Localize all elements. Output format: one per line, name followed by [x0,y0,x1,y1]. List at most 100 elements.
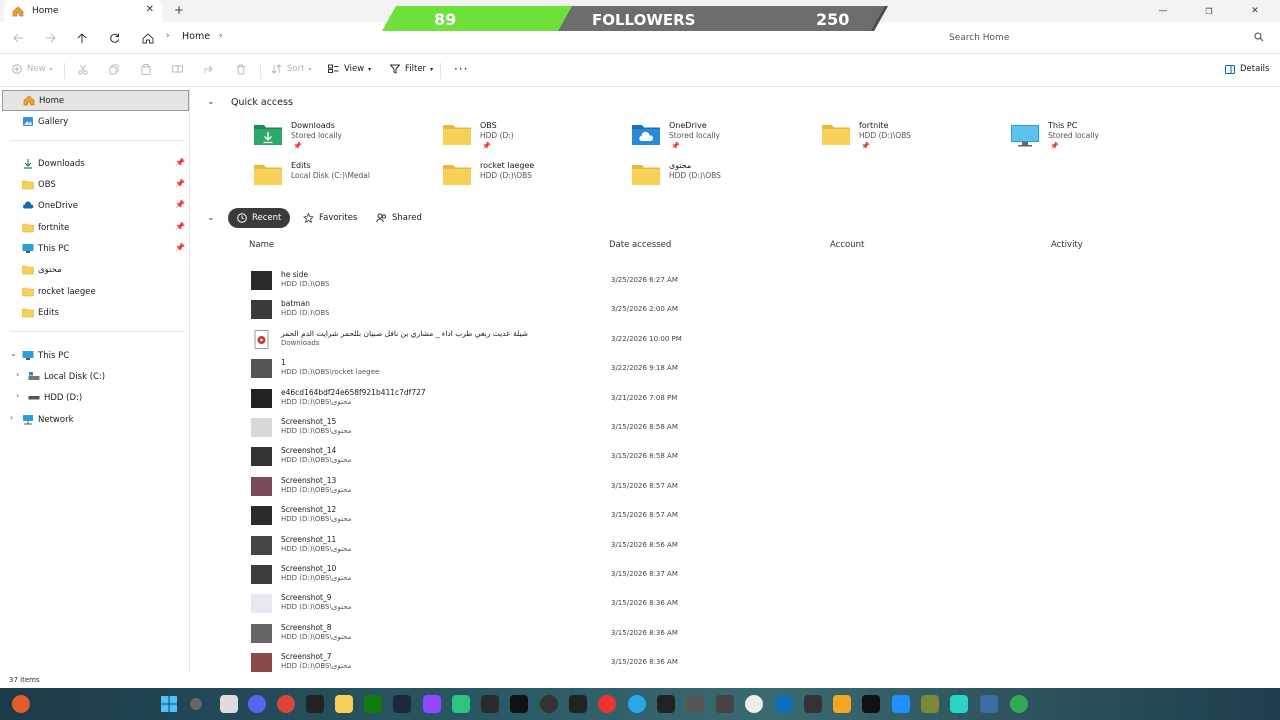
table-row[interactable]: Screenshot_10 HDD (D:)\OBS\محتوى 3/15/2026… [247,560,1247,589]
filter-button[interactable]: Filter ▾ [390,64,433,74]
chevron-down-icon[interactable]: ⌄ [207,97,215,107]
chevron-right-icon[interactable]: › [16,391,19,400]
game-app-icon[interactable] [306,695,324,713]
sidebar-item-edits[interactable]: Edits [2,302,189,323]
app-icon[interactable] [686,695,704,713]
file-explorer-icon[interactable] [335,695,353,713]
sidebar-item-hdd-d[interactable]: › HDD (D:) [2,387,189,408]
sidebar-item-onedrive[interactable]: OneDrive 📌 [2,195,189,216]
quick-access-item[interactable]: Downloads Stored locally 📌 [253,121,433,155]
sidebar-item-this-pc-tree[interactable]: ⌄ This PC [2,345,189,366]
quick-access-item[interactable]: rocket laegee HDD (D:)\OBS [442,161,622,195]
capcut-icon[interactable] [657,695,675,713]
start-icon[interactable] [160,695,178,713]
weather-widget-icon[interactable] [12,695,30,713]
app-icon[interactable] [833,695,851,713]
sidebar-item-obs[interactable]: OBS 📌 [2,174,189,195]
table-row[interactable]: Screenshot_12 HDD (D:)\OBS\محتوى 3/15/2026… [247,501,1247,530]
search-input[interactable]: Search Home [940,27,1272,49]
sidebar-item-fortnite[interactable]: fortnite 📌 [2,217,189,238]
app-icon[interactable] [950,695,968,713]
sort-button[interactable]: Sort ▾ [271,64,311,74]
paste-button[interactable] [141,64,156,75]
app-icon[interactable] [980,695,998,713]
details-button[interactable]: Details [1225,64,1269,74]
close-window-button[interactable]: ✕ [1232,0,1278,22]
tiktok-icon[interactable] [510,695,528,713]
up-button[interactable] [74,30,90,46]
sidebar-item-downloads[interactable]: Downloads 📌 [2,153,189,174]
pin-icon[interactable]: 📌 [175,222,185,231]
table-row[interactable]: e46cd164bdf24e658f921b411c7df727 HDD (D:)… [247,384,1247,413]
app-icon[interactable] [892,695,910,713]
app-icon[interactable] [716,695,734,713]
app-icon[interactable] [569,695,587,713]
chevron-down-icon[interactable]: ⌄ [10,349,17,358]
table-row[interactable]: شيلة عديت ربعي طرب اداء _ مشاري بن نافل … [247,325,1247,354]
column-header-account[interactable]: Account [830,240,864,250]
search-taskbar-icon[interactable] [190,698,202,710]
table-row[interactable]: 1 HDD (D:)\OBS\rocket laegee 3/22/2026 9:1… [247,354,1247,383]
sidebar-item-mohtawa[interactable]: محتوى [2,259,189,280]
app-icon[interactable] [921,695,939,713]
delete-button[interactable] [236,64,251,75]
app-red-icon[interactable] [598,695,616,713]
new-tab-button[interactable]: + [174,3,184,17]
discord-icon[interactable] [248,695,266,713]
app-b-icon[interactable] [452,695,470,713]
app-icon[interactable] [862,695,880,713]
chrome-profile-icon[interactable] [1010,695,1028,713]
obs-icon[interactable] [540,695,558,713]
table-row[interactable]: Screenshot_13 HDD (D:)\OBS\محتوى 3/15/2026… [247,472,1247,501]
pin-icon[interactable]: 📌 [175,200,185,209]
table-row[interactable]: batman HDD (D:)\OBS 3/25/2026 2:00 AM [247,295,1247,324]
home-breadcrumb-button[interactable] [140,30,156,46]
tab-favorites[interactable]: Favorites [294,208,366,228]
table-row[interactable]: Screenshot_14 HDD (D:)\OBS\محتوى 3/15/2026… [247,442,1247,471]
sidebar-item-local-disk-c[interactable]: › Local Disk (C:) [2,366,189,387]
table-row[interactable]: Screenshot_9 HDD (D:)\OBS\محتوى 3/15/2026 … [247,589,1247,618]
view-button[interactable]: View ▾ [328,64,371,74]
quick-access-item[interactable]: OBS HDD (D:) 📌 [442,121,622,155]
quick-access-item[interactable]: This PC Stored locally 📌 [1010,121,1190,155]
cut-button[interactable] [78,64,93,75]
sidebar-item-rocket-laegee[interactable]: rocket laegee [2,281,189,302]
rename-button[interactable] [172,64,188,74]
task-view-icon[interactable] [220,695,238,713]
tab-shared[interactable]: Shared [367,208,431,228]
quick-access-item[interactable]: محتوى HDD (D:)\OBS [631,161,811,195]
steam-icon[interactable] [393,695,411,713]
minimize-button[interactable]: — [1140,0,1186,22]
telegram-icon[interactable] [628,695,646,713]
chrome-icon[interactable] [277,695,295,713]
app-icon[interactable] [775,695,793,713]
xbox-icon[interactable] [364,695,382,713]
copy-button[interactable] [109,64,124,75]
epic-games-icon[interactable] [481,695,499,713]
column-header-activity[interactable]: Activity [1051,240,1083,250]
pin-icon[interactable]: 📌 [175,243,185,252]
quick-access-item[interactable]: fortnite HDD (D:)\OBS 📌 [821,121,1001,155]
share-button[interactable] [204,64,220,74]
more-options-button[interactable]: ··· [454,62,468,76]
forward-button[interactable] [42,30,58,46]
maximize-button[interactable]: ❐ [1186,0,1232,22]
chevron-right-icon[interactable]: › [16,370,19,379]
app-icon[interactable] [804,695,822,713]
breadcrumb-home[interactable]: Home [182,31,210,42]
quick-access-item[interactable]: Edits Local Disk (C:)\Medal [253,161,433,195]
table-row[interactable]: Screenshot_11 HDD (D:)\OBS\محتوى 3/15/2026… [247,531,1247,560]
pin-icon[interactable]: 📌 [175,179,185,188]
twitch-icon[interactable] [423,695,441,713]
table-row[interactable]: Screenshot_15 HDD (D:)\OBS\محتوى 3/15/2026… [247,413,1247,442]
back-button[interactable] [10,30,26,46]
chevron-down-icon[interactable]: ⌄ [207,213,215,223]
sidebar-item-home[interactable]: Home [2,90,189,111]
table-row[interactable]: Screenshot_8 HDD (D:)\OBS\محتوى 3/15/2026 … [247,619,1247,648]
chevron-right-icon[interactable]: › [219,31,223,41]
column-header-date-accessed[interactable]: Date accessed [609,240,671,250]
refresh-button[interactable] [106,30,122,46]
pin-icon[interactable]: 📌 [175,158,185,167]
column-header-name[interactable]: Name [249,240,274,250]
quick-access-item[interactable]: OneDrive Stored locally 📌 [631,121,811,155]
